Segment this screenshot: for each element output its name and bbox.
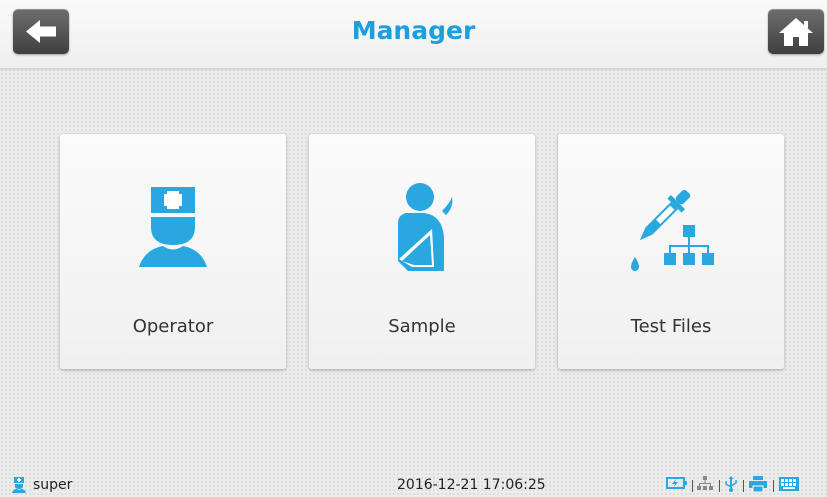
battery-charging-icon: [666, 477, 687, 489]
header-bar: Manager: [0, 0, 827, 69]
operator-nurse-icon: [139, 187, 207, 267]
current-datetime: 2016-12-21 17:06:25: [397, 477, 546, 493]
current-user: super: [33, 477, 73, 493]
operator-user-icon: [12, 477, 26, 493]
test-files-label: Test Files: [630, 316, 712, 337]
status-bar: super 2016-12-21 17:06:25: [0, 472, 827, 497]
status-separator: [743, 480, 744, 492]
status-separator: [773, 480, 774, 492]
dropper-hierarchy-icon: [631, 189, 714, 271]
sample-card[interactable]: Sample: [309, 134, 535, 369]
keyboard-icon: [779, 477, 799, 491]
status-separator: [719, 480, 720, 492]
home-button[interactable]: [768, 9, 824, 54]
status-separator: [692, 480, 693, 492]
sample-patient-icon: [398, 183, 453, 271]
sample-label: Sample: [388, 316, 456, 337]
network-icon: [697, 476, 713, 490]
printer-icon: [749, 476, 767, 492]
page-title: Manager: [351, 16, 476, 45]
operator-card[interactable]: Operator: [60, 134, 286, 369]
usb-icon: [725, 476, 737, 492]
operator-label: Operator: [132, 316, 214, 337]
home-icon: [779, 18, 813, 46]
test-files-card[interactable]: Test Files: [558, 134, 784, 369]
